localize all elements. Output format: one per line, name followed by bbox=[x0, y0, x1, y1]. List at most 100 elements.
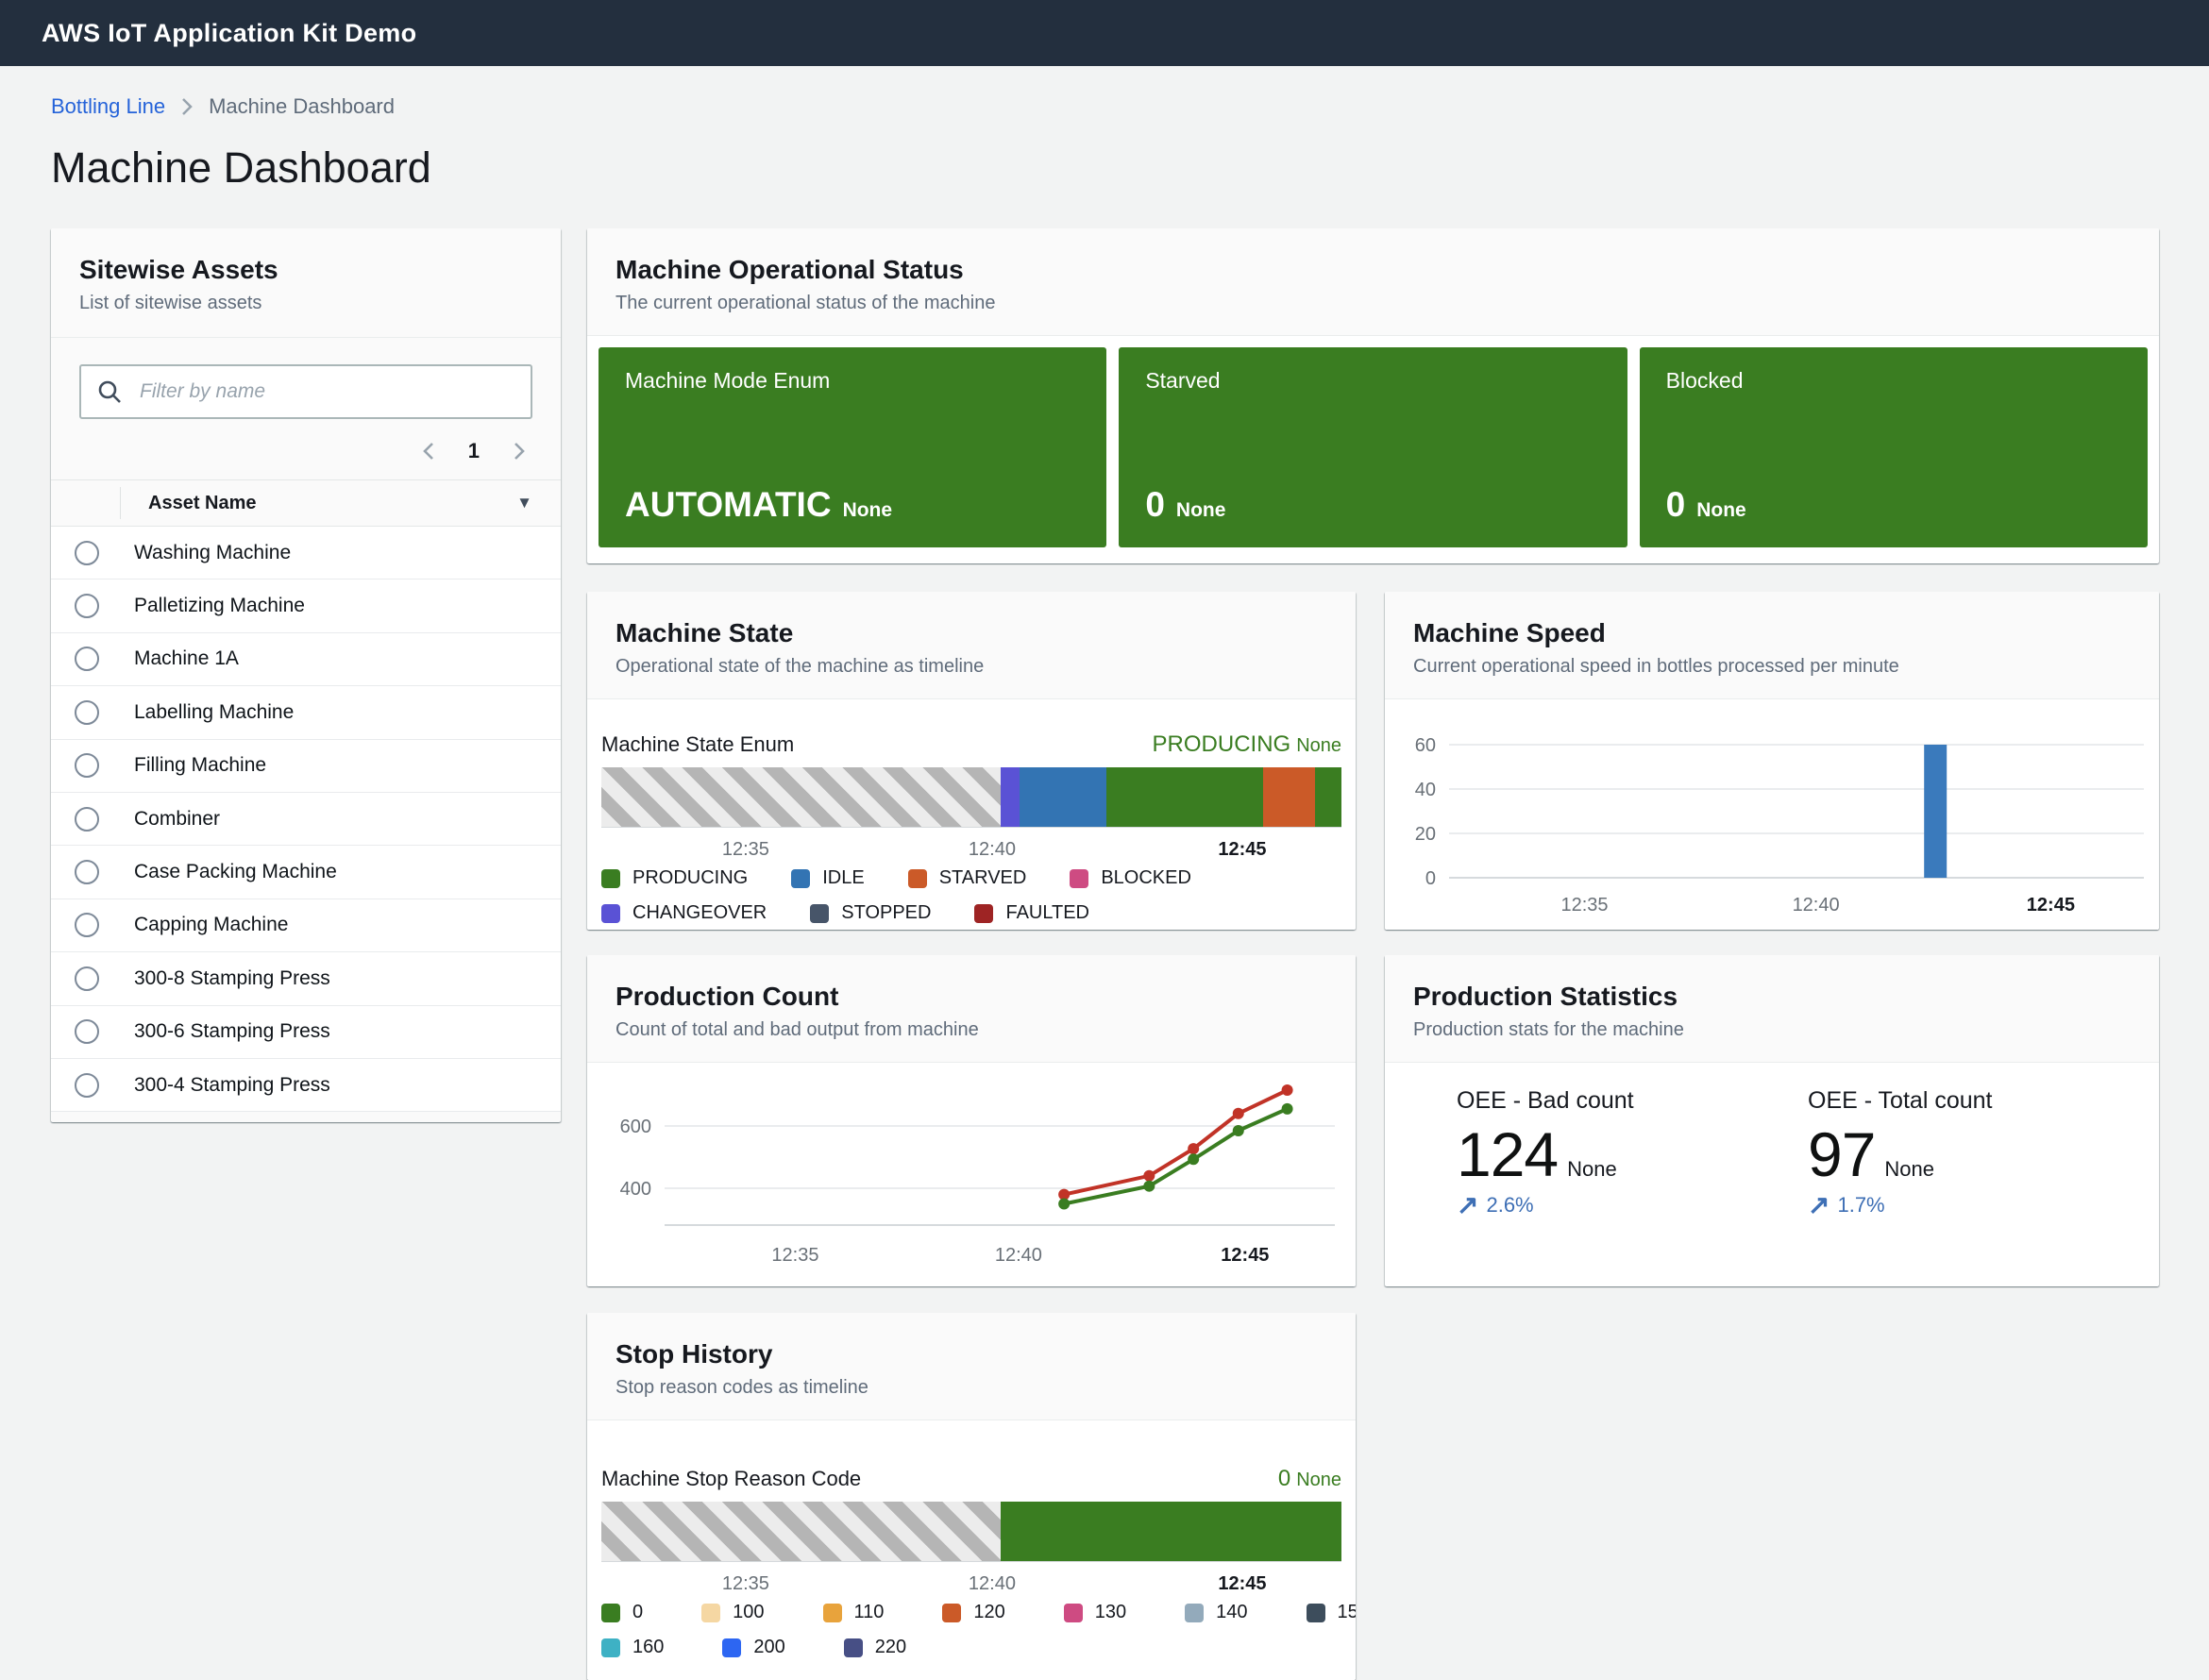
page-number[interactable]: 1 bbox=[468, 439, 480, 463]
app-navbar: AWS IoT Application Kit Demo bbox=[0, 0, 2209, 66]
timeline-segment-PRODUCING bbox=[1106, 767, 1262, 827]
chart-legend: PRODUCINGIDLESTARVEDBLOCKEDCHANGEOVERSTO… bbox=[601, 867, 1341, 924]
legend-swatch bbox=[974, 904, 993, 923]
asset-radio[interactable] bbox=[75, 807, 99, 832]
stat-trend-percent: 1.7% bbox=[1837, 1193, 1884, 1218]
kpi-value: AUTOMATIC bbox=[625, 485, 832, 525]
machine-state-title: Machine State bbox=[615, 618, 1327, 648]
asset-name: Capping Machine bbox=[134, 914, 288, 936]
legend-label: CHANGEOVER bbox=[632, 902, 767, 924]
legend-swatch bbox=[791, 869, 810, 888]
legend-item: 220 bbox=[844, 1637, 906, 1658]
status-timeline-bar bbox=[601, 767, 1341, 828]
table-row[interactable]: Palletizing Machine bbox=[51, 580, 561, 632]
legend-label: 0 bbox=[632, 1602, 643, 1623]
svg-text:60: 60 bbox=[1415, 735, 1436, 756]
table-row[interactable]: 300-4 Stamping Press bbox=[51, 1059, 561, 1112]
axis-tick: 12:40 bbox=[969, 839, 1016, 861]
table-row[interactable]: Case Packing Machine bbox=[51, 846, 561, 899]
data-point bbox=[1188, 1153, 1199, 1165]
production-count-subtitle: Count of total and bad output from machi… bbox=[615, 1019, 1327, 1041]
asset-name: Washing Machine bbox=[134, 542, 291, 564]
previous-page-button[interactable] bbox=[417, 436, 440, 466]
asset-radio[interactable] bbox=[75, 700, 99, 725]
axis-tick: 12:45 bbox=[1218, 1573, 1266, 1595]
legend-label: STOPPED bbox=[841, 902, 931, 924]
breadcrumb-link-bottling-line[interactable]: Bottling Line bbox=[51, 94, 165, 119]
legend-swatch bbox=[601, 869, 620, 888]
stop-history-subtitle: Stop reason codes as timeline bbox=[615, 1377, 1327, 1399]
table-row[interactable]: Machine 1A bbox=[51, 633, 561, 686]
asset-radio[interactable] bbox=[75, 541, 99, 565]
machine-speed-title: Machine Speed bbox=[1413, 618, 2131, 648]
timeline-property-label: Machine Stop Reason Code bbox=[601, 1467, 861, 1491]
table-row[interactable]: Combiner bbox=[51, 793, 561, 846]
legend-item: IDLE bbox=[791, 867, 864, 889]
stat-unit: None bbox=[1567, 1157, 1617, 1182]
asset-radio[interactable] bbox=[75, 1073, 99, 1098]
breadcrumb-chevron-icon bbox=[180, 96, 194, 117]
asset-radio[interactable] bbox=[75, 753, 99, 778]
legend-swatch bbox=[1064, 1604, 1083, 1622]
legend-swatch bbox=[823, 1604, 842, 1622]
line-series-bad-count bbox=[1064, 1109, 1287, 1204]
operational-status-header: Machine Operational Status The current o… bbox=[587, 228, 2159, 336]
speed-bar bbox=[1924, 745, 1947, 878]
asset-name: Palletizing Machine bbox=[134, 595, 305, 617]
sitewise-assets-panel: Sitewise Assets List of sitewise assets … bbox=[51, 228, 561, 1122]
data-point bbox=[1058, 1199, 1070, 1210]
asset-radio[interactable] bbox=[75, 594, 99, 618]
data-point bbox=[1143, 1181, 1155, 1192]
legend-item: 130 bbox=[1064, 1602, 1126, 1623]
kpi-label: Machine Mode Enum bbox=[625, 368, 1080, 394]
table-row[interactable]: Washing Machine bbox=[51, 527, 561, 580]
data-point bbox=[1233, 1108, 1244, 1119]
asset-radio[interactable] bbox=[75, 647, 99, 671]
asset-radio[interactable] bbox=[75, 860, 99, 884]
stat-oee-total-count: OEE - Total count 97 None ↗ 1.7% bbox=[1808, 1087, 2159, 1218]
asset-radio[interactable] bbox=[75, 966, 99, 991]
legend-swatch bbox=[601, 1638, 620, 1657]
legend-item: 200 bbox=[722, 1637, 784, 1658]
machine-state-timeline-chart: Machine State Enum PRODUCINGNone 12:3512… bbox=[599, 711, 1344, 924]
asset-radio[interactable] bbox=[75, 1019, 99, 1044]
legend-item: BLOCKED bbox=[1070, 867, 1191, 889]
table-row[interactable]: Labelling Machine bbox=[51, 686, 561, 739]
legend-label: 100 bbox=[733, 1602, 764, 1623]
timeline-segment-0 bbox=[1001, 1502, 1341, 1561]
table-row[interactable]: 300-6 Stamping Press bbox=[51, 1006, 561, 1059]
stat-value: 124 bbox=[1457, 1118, 1558, 1190]
legend-label: 200 bbox=[753, 1637, 784, 1658]
legend-item: PRODUCING bbox=[601, 867, 748, 889]
legend-swatch bbox=[1307, 1604, 1325, 1622]
legend-label: 130 bbox=[1095, 1602, 1126, 1623]
pagination: 1 bbox=[79, 436, 532, 466]
svg-text:12:45: 12:45 bbox=[1221, 1245, 1269, 1266]
page-title: Machine Dashboard bbox=[51, 143, 2159, 193]
next-page-button[interactable] bbox=[508, 436, 531, 466]
legend-label: 220 bbox=[875, 1637, 906, 1658]
sort-descending-icon[interactable]: ▼ bbox=[516, 494, 532, 512]
table-row[interactable]: Capping Machine bbox=[51, 899, 561, 952]
svg-text:20: 20 bbox=[1415, 824, 1436, 845]
asset-name-column-header: Asset Name bbox=[148, 493, 257, 514]
asset-name: 300-4 Stamping Press bbox=[134, 1074, 330, 1097]
table-row[interactable]: Filling Machine bbox=[51, 740, 561, 793]
kpi-value: 0 bbox=[1145, 485, 1165, 525]
data-point bbox=[1282, 1084, 1293, 1096]
kpi-value: 0 bbox=[1666, 485, 1686, 525]
stat-label: OEE - Bad count bbox=[1457, 1087, 1808, 1115]
kpi-label: Blocked bbox=[1666, 368, 2121, 394]
timeline-segment-no-data bbox=[601, 767, 1001, 827]
legend-item: 100 bbox=[701, 1602, 764, 1623]
asset-table-header[interactable]: Asset Name ▼ bbox=[51, 479, 561, 527]
timeline-segment-PRODUCING bbox=[1315, 767, 1341, 827]
axis-tick: 12:35 bbox=[722, 1573, 769, 1595]
stat-value: 97 bbox=[1808, 1118, 1875, 1190]
legend-swatch bbox=[701, 1604, 720, 1622]
time-axis: 12:3512:4012:45 bbox=[601, 828, 1341, 865]
table-row[interactable]: 300-8 Stamping Press bbox=[51, 952, 561, 1005]
legend-label: 140 bbox=[1216, 1602, 1247, 1623]
asset-radio[interactable] bbox=[75, 913, 99, 937]
filter-input[interactable] bbox=[79, 364, 532, 419]
